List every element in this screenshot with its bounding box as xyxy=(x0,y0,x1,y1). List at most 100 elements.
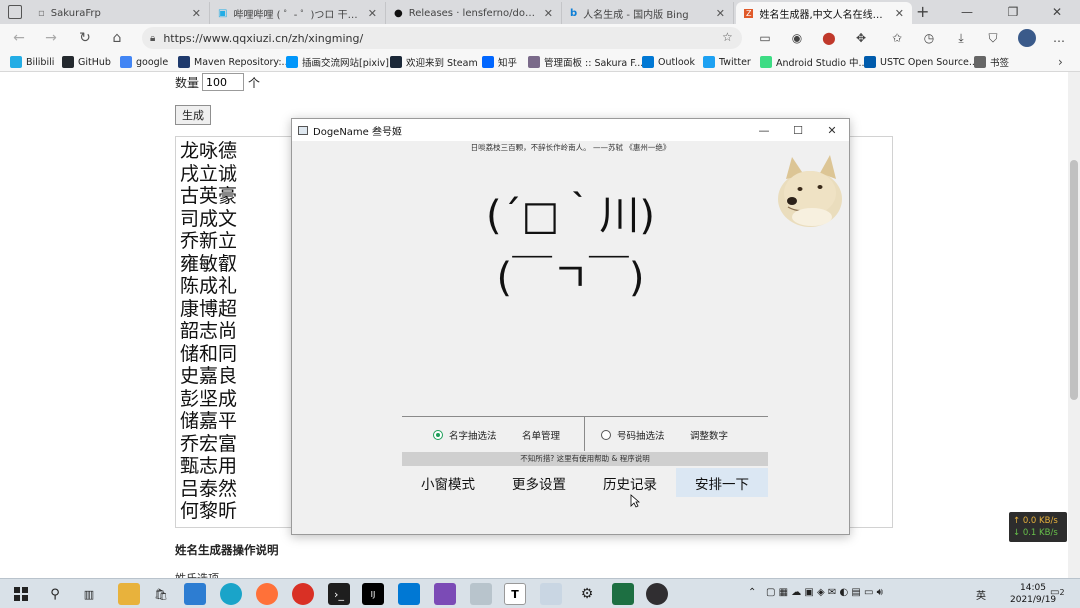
bookmark-pixiv[interactable]: 插画交流网站[pixiv] xyxy=(286,54,389,70)
firefox-icon[interactable] xyxy=(256,583,278,605)
app-close-icon[interactable]: ✕ xyxy=(815,119,849,141)
mail-icon[interactable] xyxy=(184,583,206,605)
scrollbar-thumb[interactable] xyxy=(1070,160,1078,400)
radio-number-mode[interactable]: 号码抽选法 xyxy=(601,428,665,442)
close-window-icon[interactable]: ✕ xyxy=(1034,0,1080,24)
settings-gear-icon[interactable]: ⚙ xyxy=(576,583,598,605)
adblock-icon[interactable]: ⬤ xyxy=(820,29,838,47)
back-icon[interactable]: ← xyxy=(8,28,30,48)
bilibili-icon xyxy=(10,56,22,68)
bookmark-zhihu[interactable]: 知乎 xyxy=(482,54,517,70)
collections-icon[interactable]: ▭ xyxy=(756,29,774,47)
chevron-right-icon[interactable]: › xyxy=(1058,54,1063,70)
task-view-icon[interactable]: ▥ xyxy=(78,583,100,605)
bookmark-maven[interactable]: Maven Repository:... xyxy=(178,54,291,70)
search-icon[interactable]: ⚲ xyxy=(44,583,66,605)
poem-quote: 日啖荔枝三百颗，不辞长作岭南人。 ——苏轼 《惠州一绝》 xyxy=(470,143,671,152)
refresh-icon[interactable]: ↻ xyxy=(74,28,96,48)
name-item: 戌立诚 xyxy=(180,162,238,185)
bookmark-android-studio[interactable]: Android Studio 中... xyxy=(760,54,868,70)
restore-icon[interactable]: ❐ xyxy=(990,0,1036,24)
kaomoji-line-2: (￣ㄱ￣) xyxy=(496,255,645,301)
home-icon[interactable]: ⌂ xyxy=(106,28,128,48)
more-settings-button[interactable]: 更多设置 xyxy=(493,468,585,497)
notification-icon[interactable]: ▭2 xyxy=(1050,587,1065,598)
vscode-icon[interactable] xyxy=(398,583,420,605)
download-speed: ↓ 0.1 KB/s xyxy=(1013,528,1058,538)
close-tab-icon[interactable]: ✕ xyxy=(368,7,377,20)
name-item: 司成文 xyxy=(180,207,238,230)
name-item: 储嘉平 xyxy=(180,410,238,432)
name-item: 陈成礼 xyxy=(180,275,238,297)
excel-icon[interactable] xyxy=(612,583,634,605)
bookmark-steam[interactable]: 欢迎来到 Steam xyxy=(390,54,478,70)
tab-github-releases[interactable]: ● Releases · lensferno/dogename ✕ xyxy=(386,2,562,24)
manage-names-button[interactable]: 名单管理 xyxy=(522,428,560,442)
tray-icons[interactable]: ▢ ▦ ☁ ▣ ◈ ✉ ◐ ▤ ▭ 🔊︎ xyxy=(766,587,883,598)
shield-icon[interactable]: ⛉ xyxy=(984,29,1002,47)
generate-button[interactable]: 生成 xyxy=(175,105,211,125)
history-button[interactable]: 历史记录 xyxy=(584,468,676,497)
app-maximize-icon[interactable]: ☐ xyxy=(781,119,815,141)
extension-icon[interactable]: ◉ xyxy=(788,29,806,47)
close-tab-icon[interactable]: ✕ xyxy=(192,7,201,20)
history-icon[interactable]: ◷ xyxy=(920,29,938,47)
bookmark-google[interactable]: google xyxy=(120,54,168,70)
app-icon[interactable] xyxy=(470,583,492,605)
avatar[interactable] xyxy=(1018,29,1036,47)
store-icon[interactable]: 🛍︎ xyxy=(150,583,172,605)
forward-icon[interactable]: → xyxy=(40,28,62,48)
intellij-icon[interactable]: IJ xyxy=(362,583,384,605)
ime-indicator[interactable]: 英 xyxy=(976,587,986,602)
new-tab-icon[interactable]: + xyxy=(916,2,929,21)
help-link[interactable]: 不知所措? 这里有使用帮助 & 程序说明 xyxy=(402,452,768,466)
file-explorer-icon[interactable] xyxy=(118,583,140,605)
more-icon[interactable]: … xyxy=(1050,29,1068,47)
adjust-numbers-button[interactable]: 调整数字 xyxy=(690,428,728,442)
tab-name-generator[interactable]: Z 姓名生成器,中文人名在线生成,可 ✕ xyxy=(736,2,912,24)
terminal-icon[interactable]: ›_ xyxy=(328,583,350,605)
bookmark-bilibili[interactable]: Bilibili xyxy=(10,54,54,70)
favorite-star-icon[interactable]: ☆ xyxy=(722,30,733,44)
bookmark-outlook[interactable]: Outlook xyxy=(642,54,695,70)
app-minimize-icon[interactable]: — xyxy=(747,119,781,141)
divider xyxy=(584,417,585,451)
edge-icon[interactable] xyxy=(220,583,242,605)
bookmark-folder[interactable]: 书签 xyxy=(974,54,1009,70)
address-bar[interactable]: 🔒︎ https://www.qqxiuzi.cn/zh/xingming/ xyxy=(142,27,742,49)
mini-mode-button[interactable]: 小窗模式 xyxy=(402,468,494,497)
minimize-icon[interactable]: — xyxy=(944,0,990,24)
bookmark-sakura-panel[interactable]: 管理面板 :: Sakura F... xyxy=(528,54,643,70)
name-item: 吕泰然 xyxy=(180,477,238,500)
kaomoji-line-1: (´□｀川) xyxy=(485,193,655,239)
bookmark-ustc[interactable]: USTC Open Source... xyxy=(864,54,978,70)
radio-name-mode[interactable]: 名字抽选法 xyxy=(433,428,497,442)
close-tab-icon[interactable]: ✕ xyxy=(544,7,553,20)
tab-bing[interactable]: b 人名生成 - 国内版 Bing ✕ xyxy=(562,2,734,24)
bookmark-github[interactable]: GitHub xyxy=(62,54,111,70)
mouse-cursor-icon xyxy=(630,494,640,508)
java-app-icon[interactable] xyxy=(540,583,562,605)
download-icon[interactable]: ⤓ xyxy=(952,29,970,47)
section-subtitle: 姓氏选项 xyxy=(175,570,219,578)
chevron-up-icon[interactable]: ⌃ xyxy=(748,587,756,598)
tab-sakurafrp[interactable]: ▫ SakuraFrp ✕ xyxy=(30,2,210,24)
tab-actions-icon[interactable] xyxy=(8,5,22,19)
ustc-icon xyxy=(864,56,876,68)
netease-music-icon[interactable] xyxy=(292,583,314,605)
typora-icon[interactable]: T xyxy=(504,583,526,605)
puzzle-icon[interactable]: ✥ xyxy=(852,29,870,47)
favorites-icon[interactable]: ✩ xyxy=(888,29,906,47)
close-tab-icon[interactable]: ✕ xyxy=(716,7,725,20)
start-icon[interactable] xyxy=(10,583,32,605)
close-tab-icon[interactable]: ✕ xyxy=(895,7,904,20)
arrange-button[interactable]: 安排一下 xyxy=(676,468,768,497)
steam-icon xyxy=(390,56,402,68)
zhihu-icon xyxy=(482,56,494,68)
obs-icon[interactable] xyxy=(646,583,668,605)
bookmark-twitter[interactable]: Twitter xyxy=(703,54,751,70)
visual-studio-icon[interactable] xyxy=(434,583,456,605)
quantity-input[interactable] xyxy=(202,73,244,91)
outlook-icon xyxy=(642,56,654,68)
tab-bilibili[interactable]: ▣ 哔哩哔哩 ( ゜- ゜)つロ 干杯~-bili ✕ xyxy=(210,2,386,24)
